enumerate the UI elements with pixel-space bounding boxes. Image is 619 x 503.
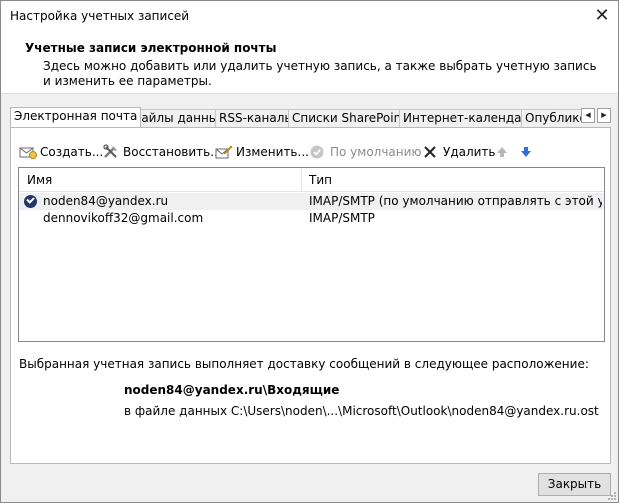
create-button[interactable]: Создать... <box>19 143 103 161</box>
delete-button[interactable]: Удалить <box>422 143 496 161</box>
delivery-data-file-path: в файле данных C:\Users\noden\...\Micros… <box>124 404 599 418</box>
title-bar: Настройка учетных записей ✕ <box>1 1 618 32</box>
tab-email[interactable]: Электронная почта <box>10 107 142 127</box>
close-window-button[interactable]: ✕ <box>586 1 618 32</box>
delivery-location-label: Выбранная учетная запись выполняет доста… <box>19 357 589 371</box>
tab-rss-feeds[interactable]: RSS-каналы <box>215 109 298 127</box>
delete-x-icon <box>422 144 440 160</box>
header-title: Учетные записи электронной почты <box>25 41 277 55</box>
change-account-icon <box>215 144 233 160</box>
move-down-button[interactable] <box>519 143 537 161</box>
restore-label: Восстановить... <box>123 145 222 159</box>
column-name-header[interactable]: Имя <box>21 168 52 192</box>
email-accounts-panel: Создать... Восстановить... Изменить... П… <box>10 127 611 464</box>
new-account-icon <box>19 144 37 160</box>
account-type: IMAP/SMTP <box>309 211 375 225</box>
tab-internet-calendars[interactable]: Интернет-календари <box>399 109 541 127</box>
account-row[interactable]: dennovikoff32@gmail.com IMAP/SMTP <box>19 210 604 227</box>
tab-sharepoint-lists[interactable]: Списки SharePoint <box>288 109 410 127</box>
account-type: IMAP/SMTP (по умолчанию отправлять с это… <box>309 194 602 208</box>
delivery-folder: noden84@yandex.ru\Входящие <box>124 383 340 397</box>
accounts-toolbar: Создать... Восстановить... Изменить... П… <box>19 143 604 161</box>
header-description: Здесь можно добавить или удалить учетную… <box>43 59 597 88</box>
column-divider[interactable] <box>301 168 302 192</box>
tab-scroll-left-icon[interactable]: ◀ <box>581 108 595 123</box>
column-type-header[interactable]: Тип <box>303 168 332 192</box>
set-default-button[interactable]: По умолчанию <box>309 143 422 161</box>
account-name: noden84@yandex.ru <box>43 194 169 208</box>
edit-label: Изменить... <box>236 145 309 159</box>
arrow-up-icon <box>495 144 513 160</box>
default-check-icon <box>309 144 327 160</box>
tab-scroll-right-icon[interactable]: ▶ <box>597 108 611 123</box>
dialog-header: Учетные записи электронной почты Здесь м… <box>1 32 618 94</box>
restore-button[interactable]: Восстановить... <box>102 143 222 161</box>
tab-strip: Электронная почта Файлы данных RSS-канал… <box>10 107 583 127</box>
list-header: Имя Тип <box>19 168 604 192</box>
account-settings-dialog: Настройка учетных записей ✕ Учетные запи… <box>0 0 619 503</box>
edit-button[interactable]: Изменить... <box>215 143 309 161</box>
default-account-check-icon <box>24 195 37 208</box>
create-label: Создать... <box>40 145 104 159</box>
window-title: Настройка учетных записей <box>10 9 190 23</box>
close-dialog-button[interactable]: Закрыть <box>538 473 611 496</box>
repair-tools-icon <box>102 144 120 160</box>
delete-label: Удалить <box>443 145 496 159</box>
resize-grip-icon[interactable] <box>606 490 616 500</box>
account-name: dennovikoff32@gmail.com <box>43 211 204 225</box>
account-row[interactable]: noden84@yandex.ru IMAP/SMTP (по умолчани… <box>19 193 604 210</box>
tab-published-calendars[interactable]: Опублико <box>521 109 583 127</box>
arrow-down-icon <box>519 144 537 160</box>
accounts-list[interactable]: Имя Тип noden84@yandex.ru IMAP/SMTP (по … <box>18 167 605 342</box>
tab-data-files[interactable]: Файлы данных <box>127 109 230 127</box>
set-default-label: По умолчанию <box>330 145 422 159</box>
move-up-button[interactable] <box>495 143 513 161</box>
